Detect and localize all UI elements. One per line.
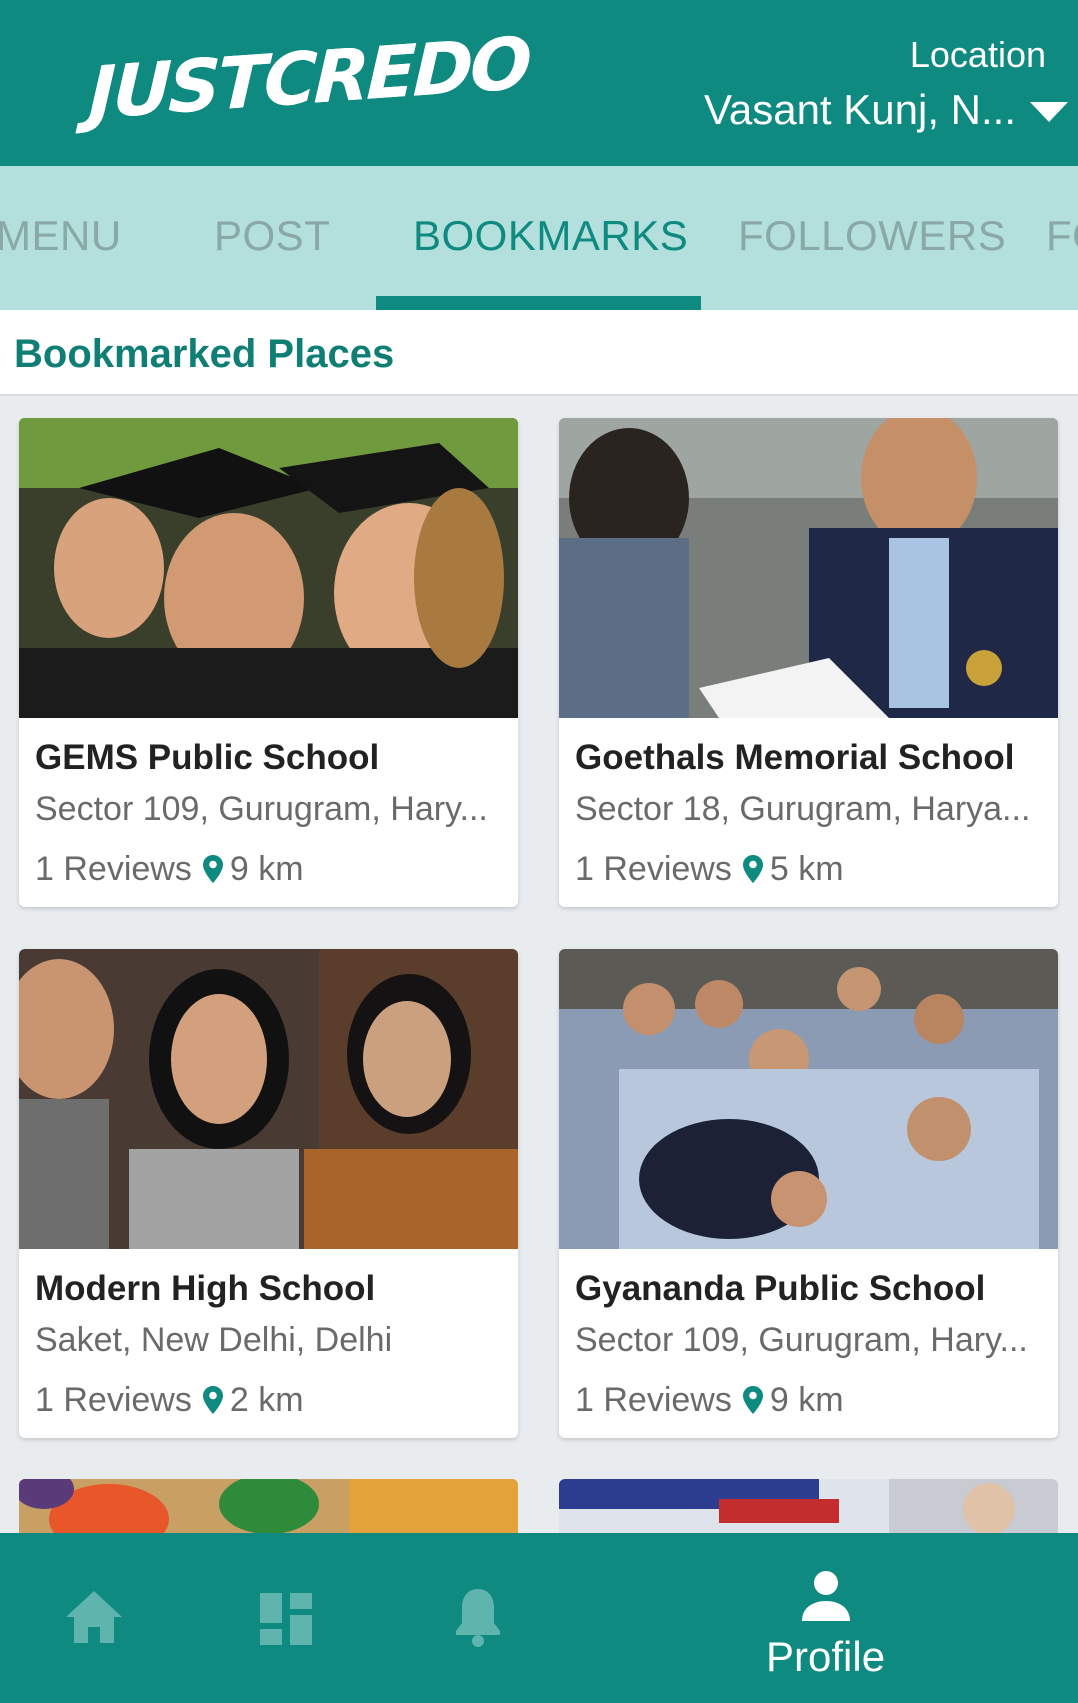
place-card-modern-high[interactable]: Modern High School Saket, New Delhi, Del… — [19, 949, 518, 1438]
place-card-gems[interactable]: GEMS Public School Sector 109, Gurugram,… — [19, 418, 518, 907]
location-pin-icon — [742, 855, 763, 883]
place-name: GEMS Public School — [35, 738, 380, 777]
place-photo — [19, 949, 518, 1249]
bottom-navigation: Profile — [0, 1533, 1078, 1703]
tab-following[interactable]: FO — [1046, 212, 1078, 260]
tab-followers[interactable]: FOLLOWERS — [738, 212, 1006, 260]
tab-bookmarks[interactable]: BOOKMARKS — [413, 212, 688, 260]
place-address: Sector 109, Gurugram, Hary... — [575, 1321, 1028, 1359]
profile-icon[interactable] — [800, 1569, 852, 1623]
place-address: Saket, New Delhi, Delhi — [35, 1321, 393, 1359]
place-meta: 1 Reviews 9 km — [35, 850, 304, 889]
chevron-down-icon[interactable] — [1026, 96, 1072, 126]
location-label: Location — [909, 34, 1046, 75]
location-selector[interactable]: Vasant Kunj, N... — [704, 86, 1016, 134]
distance: 9 km — [769, 1381, 844, 1419]
distance: 5 km — [769, 850, 844, 888]
review-count: 1 Reviews — [35, 850, 192, 888]
dashboard-icon[interactable] — [258, 1591, 314, 1647]
distance: 2 km — [229, 1381, 304, 1419]
tab-post[interactable]: POST — [214, 212, 330, 260]
app-header: JUSTCREDO Location Vasant Kunj, N... — [0, 0, 1078, 166]
location-pin-icon — [202, 1386, 223, 1414]
place-card-gyananda[interactable]: Gyananda Public School Sector 109, Gurug… — [559, 949, 1058, 1438]
location-pin-icon — [202, 855, 223, 883]
review-count: 1 Reviews — [575, 1381, 732, 1419]
tab-menu[interactable]: MENU — [0, 212, 122, 260]
place-photo — [559, 418, 1058, 718]
place-card-partial-right[interactable] — [559, 1479, 1058, 1539]
place-name: Modern High School — [35, 1269, 376, 1308]
active-tab-indicator — [376, 296, 701, 310]
section-title: Bookmarked Places — [14, 332, 395, 376]
review-count: 1 Reviews — [575, 850, 732, 888]
section-header: Bookmarked Places — [0, 310, 1078, 396]
place-address: Sector 109, Gurugram, Hary... — [35, 790, 488, 828]
home-icon[interactable] — [64, 1589, 124, 1645]
place-address: Sector 18, Gurugram, Harya... — [575, 790, 1031, 828]
review-count: 1 Reviews — [35, 1381, 192, 1419]
place-photo — [19, 418, 518, 718]
place-name: Gyananda Public School — [575, 1269, 986, 1308]
place-name: Goethals Memorial School — [575, 738, 1015, 777]
place-photo — [559, 949, 1058, 1249]
app-screen: JUSTCREDO Location Vasant Kunj, N... MEN… — [0, 0, 1078, 1703]
place-meta: 1 Reviews 2 km — [35, 1381, 304, 1420]
distance: 9 km — [229, 850, 304, 888]
app-logo: JUSTCREDO — [87, 20, 531, 136]
place-card-partial-left[interactable] — [19, 1479, 518, 1539]
place-meta: 1 Reviews 9 km — [575, 1381, 844, 1420]
place-meta: 1 Reviews 5 km — [575, 850, 844, 889]
nav-profile-label[interactable]: Profile — [766, 1633, 885, 1681]
place-card-goethals[interactable]: Goethals Memorial School Sector 18, Guru… — [559, 418, 1058, 907]
profile-tab-bar: MENU POST BOOKMARKS FOLLOWERS FO — [0, 166, 1078, 310]
bell-icon[interactable] — [452, 1585, 504, 1649]
location-pin-icon — [742, 1386, 763, 1414]
